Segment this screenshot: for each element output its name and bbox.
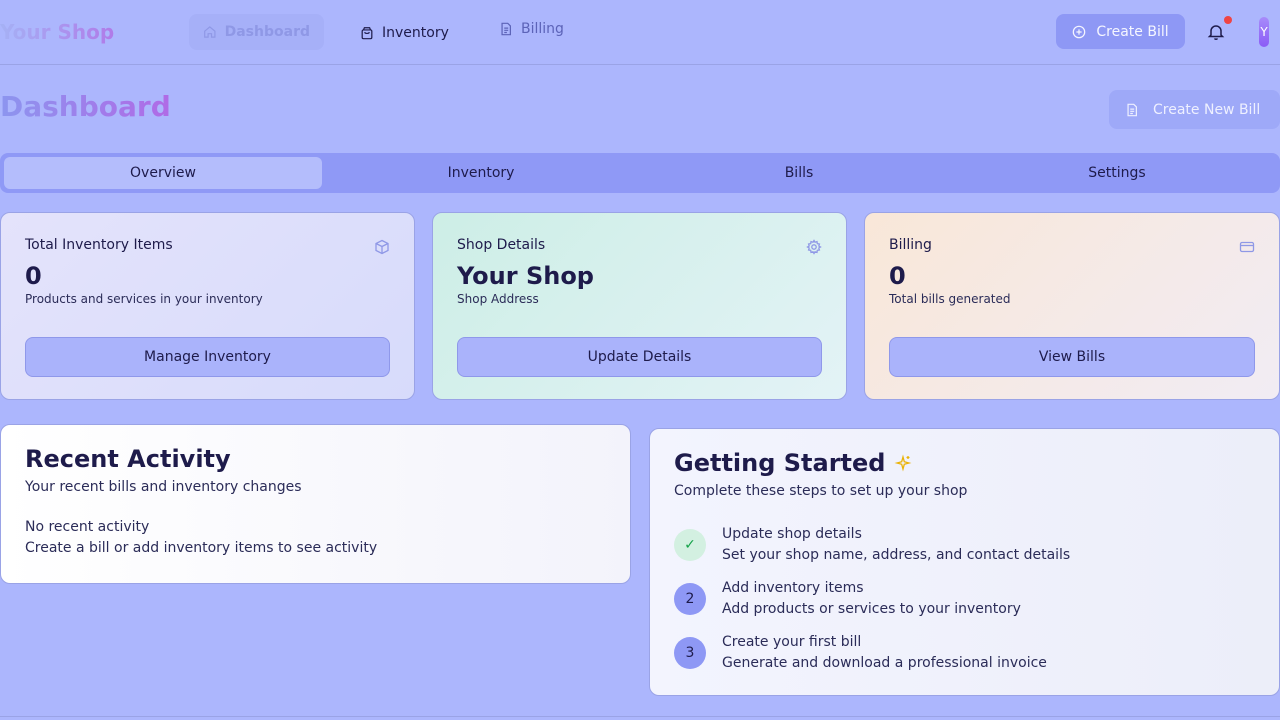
divider (0, 716, 1280, 717)
empty-hint: Create a bill or add inventory items to … (25, 540, 378, 556)
getting-started-title: Getting Started (674, 449, 886, 477)
billing-card: Billing 0 Total bills generated View Bil… (864, 212, 1280, 400)
recent-activity-subtitle: Your recent bills and inventory changes (25, 479, 302, 495)
brand-logo[interactable]: Your Shop (0, 20, 114, 44)
page-title: Dashboard (0, 90, 171, 123)
card-subtitle: Products and services in your inventory (25, 292, 263, 306)
tab-overview[interactable]: Overview (4, 157, 322, 189)
card-title: Billing (889, 237, 932, 253)
notification-dot (1224, 16, 1232, 24)
nav-dashboard-label: Dashboard (224, 24, 310, 40)
tab-settings[interactable]: Settings (958, 157, 1276, 189)
tab-bills[interactable]: Bills (640, 157, 958, 189)
top-navbar: Your Shop Dashboard Inventory Billing Cr… (0, 0, 1280, 65)
create-new-bill-button[interactable]: Create New Bill (1109, 90, 1280, 129)
step-desc: Add products or services to your invento… (722, 601, 1021, 617)
step-item[interactable]: 3 Create your first bill Generate and do… (674, 632, 1047, 674)
home-icon (204, 26, 216, 38)
step-item[interactable]: ✓ Update shop details Set your shop name… (674, 524, 1070, 566)
recent-activity-panel: Recent Activity Your recent bills and in… (0, 424, 631, 584)
view-bills-button[interactable]: View Bills (889, 337, 1255, 377)
step-title: Add inventory items (722, 580, 864, 596)
bell-icon[interactable] (1206, 22, 1226, 42)
document-icon (1127, 103, 1137, 116)
nav-billing[interactable]: Billing (485, 11, 578, 47)
step-text: Create your first bill Generate and down… (722, 632, 1047, 674)
sparkles-icon (894, 454, 911, 472)
nav-inventory[interactable]: Inventory (346, 15, 463, 51)
inventory-card: Total Inventory Items 0 Products and ser… (0, 212, 415, 400)
step-title: Update shop details (722, 526, 862, 542)
card-title: Total Inventory Items (25, 237, 173, 253)
step-text: Add inventory items Add products or serv… (722, 578, 1021, 620)
card-value: Your Shop (457, 262, 594, 290)
document-icon (501, 22, 511, 36)
step-item[interactable]: 2 Add inventory items Add products or se… (674, 578, 1021, 620)
box-icon (375, 239, 389, 255)
step-desc: Set your shop name, address, and contact… (722, 547, 1071, 563)
plus-circle-icon (1073, 25, 1086, 38)
manage-inventory-button[interactable]: Manage Inventory (25, 337, 390, 377)
recent-activity-title: Recent Activity (25, 445, 231, 473)
update-details-button[interactable]: Update Details (457, 337, 822, 377)
shopping-bag-icon (361, 27, 373, 40)
step-title: Create your first bill (722, 634, 862, 650)
getting-started-subtitle: Complete these steps to set up your shop (674, 483, 968, 499)
card-subtitle: Total bills generated (889, 292, 1011, 306)
create-bill-label: Create Bill (1096, 23, 1169, 40)
tab-inventory[interactable]: Inventory (322, 157, 640, 189)
card-value: 0 (889, 262, 906, 290)
getting-started-heading: Getting Started (674, 449, 1255, 477)
step-text: Update shop details Set your shop name, … (722, 524, 1070, 566)
credit-card-icon (1239, 241, 1255, 253)
step-number-badge: 2 (674, 583, 706, 615)
avatar[interactable]: Y (1259, 17, 1269, 47)
nav-billing-label: Billing (521, 21, 564, 37)
nav-inventory-label: Inventory (382, 25, 449, 41)
create-new-bill-label: Create New Bill (1153, 101, 1261, 118)
step-number-badge: 3 (674, 637, 706, 669)
empty-title: No recent activity (25, 519, 150, 535)
create-bill-button[interactable]: Create Bill (1056, 14, 1185, 49)
card-title: Shop Details (457, 237, 546, 253)
recent-activity-empty: No recent activity Create a bill or add … (25, 517, 606, 559)
step-desc: Generate and download a professional inv… (722, 655, 1047, 671)
nav-dashboard[interactable]: Dashboard (189, 14, 324, 50)
card-subtitle: Shop Address (457, 292, 539, 306)
dashboard-tabs: Overview Inventory Bills Settings (0, 153, 1280, 193)
getting-started-panel: Getting Started Complete these steps to … (649, 428, 1280, 696)
gear-icon (806, 239, 822, 255)
step-check-icon: ✓ (674, 529, 706, 561)
card-value: 0 (25, 262, 42, 290)
shop-details-card: Shop Details Your Shop Shop Address Upda… (432, 212, 847, 400)
